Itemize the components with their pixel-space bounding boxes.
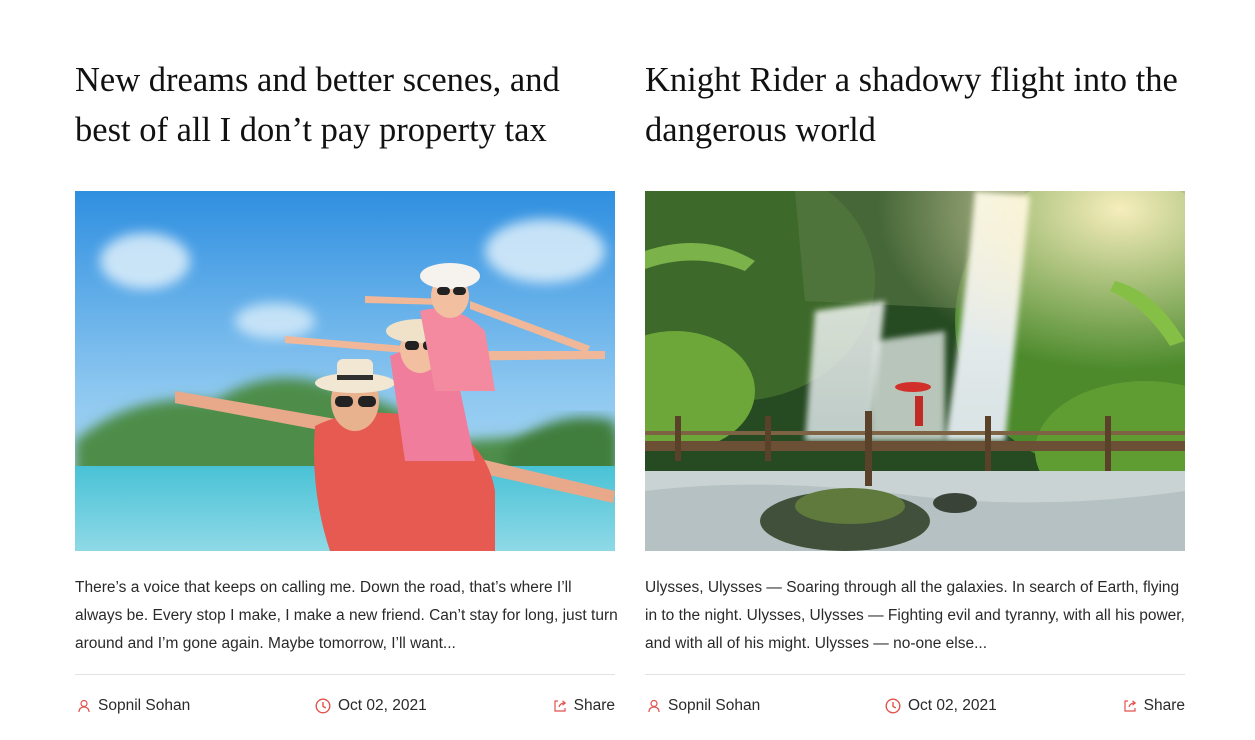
user-icon	[77, 699, 91, 713]
blog-grid: New dreams and better scenes, and best o…	[0, 0, 1255, 740]
divider	[75, 674, 615, 675]
divider	[645, 674, 1185, 675]
post-meta: Sopnil Sohan Oct 02, 2021 Share	[75, 692, 615, 720]
post-image[interactable]	[645, 191, 1185, 551]
post-title[interactable]: New dreams and better scenes, and best o…	[75, 55, 615, 155]
author-name: Sopnil Sohan	[668, 697, 761, 714]
share-icon	[553, 699, 567, 713]
post-excerpt: There’s a voice that keeps on calling me…	[75, 579, 618, 652]
waterfall-bridge-illustration	[645, 191, 1185, 551]
post-image[interactable]	[75, 191, 615, 551]
clock-icon	[315, 698, 331, 714]
post-excerpt: Ulysses, Ulysses — Soaring through all t…	[645, 579, 1185, 652]
author-link[interactable]: Sopnil Sohan	[647, 692, 760, 720]
post-date: Oct 02, 2021	[885, 692, 997, 720]
date-text: Oct 02, 2021	[338, 697, 427, 714]
share-button[interactable]: Share	[1123, 692, 1185, 720]
clock-icon	[885, 698, 901, 714]
user-icon	[647, 699, 661, 713]
date-text: Oct 02, 2021	[908, 697, 997, 714]
family-beach-illustration	[75, 191, 615, 551]
share-label: Share	[573, 697, 615, 714]
post-date: Oct 02, 2021	[315, 692, 427, 720]
share-label: Share	[1143, 697, 1185, 714]
share-button[interactable]: Share	[553, 692, 615, 720]
author-link[interactable]: Sopnil Sohan	[77, 692, 190, 720]
share-icon	[1123, 699, 1137, 713]
author-name: Sopnil Sohan	[98, 697, 191, 714]
post-title[interactable]: Knight Rider a shadowy flight into the d…	[645, 55, 1185, 155]
post-meta: Sopnil Sohan Oct 02, 2021 Share	[645, 692, 1185, 720]
